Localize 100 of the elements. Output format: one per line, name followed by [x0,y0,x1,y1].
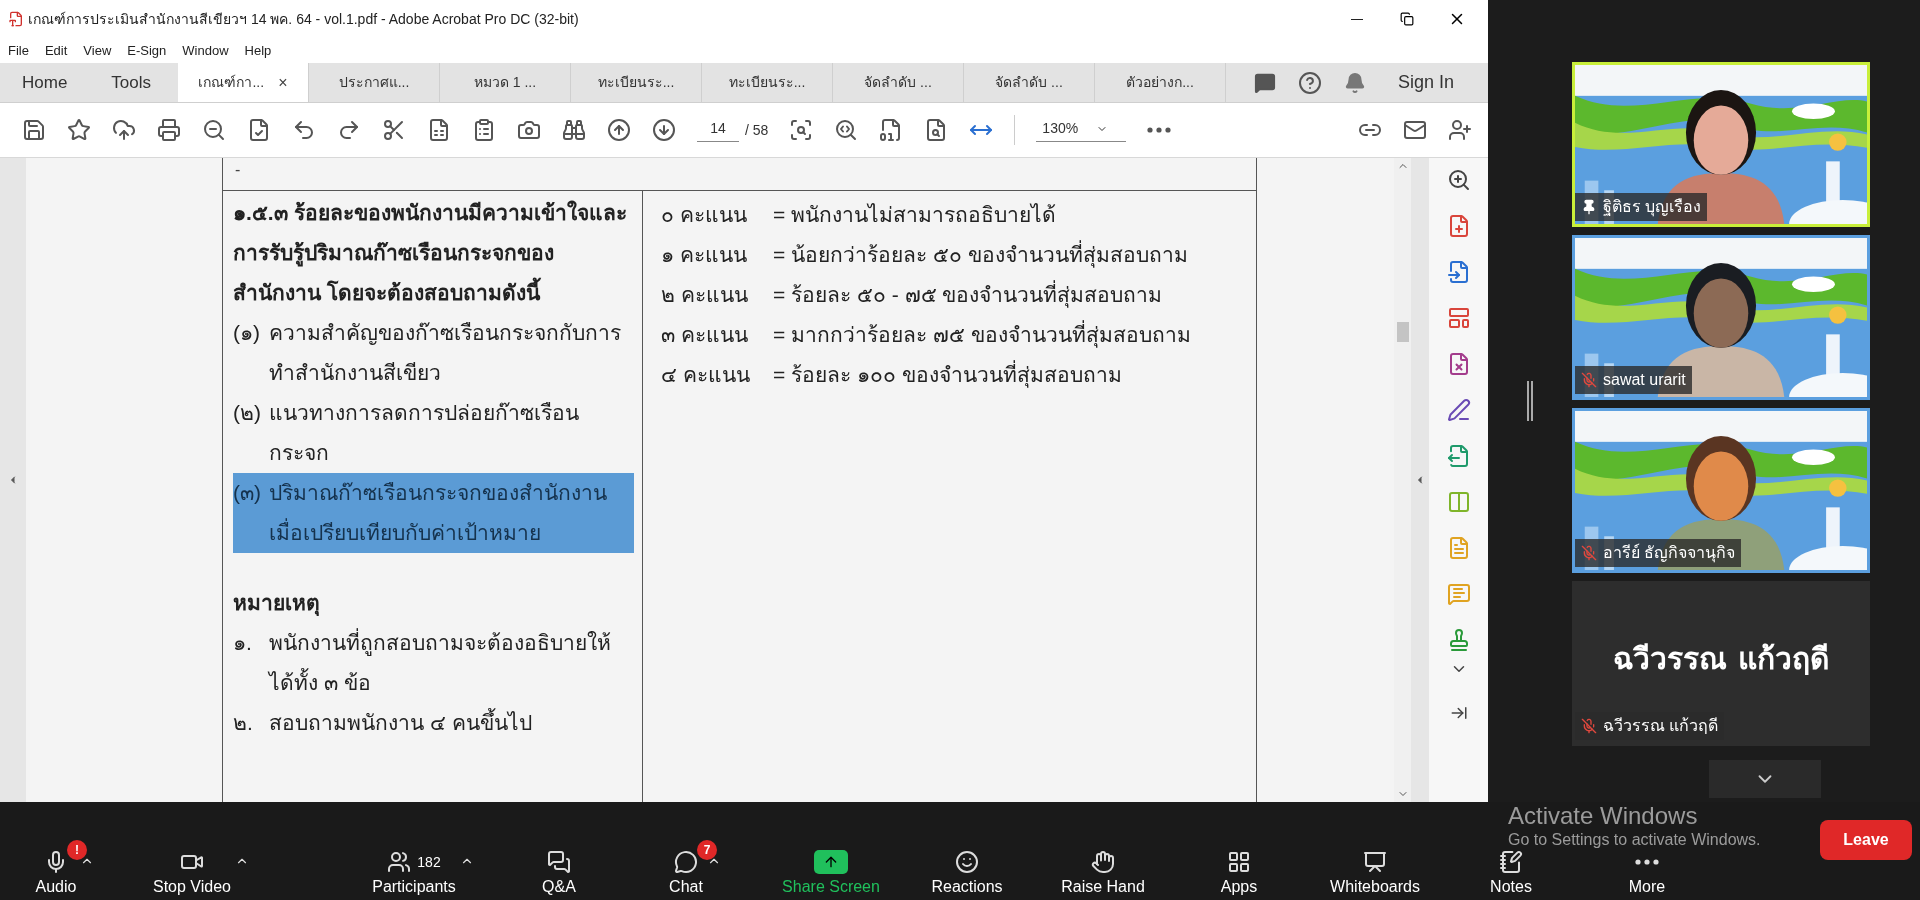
binoculars-icon[interactable] [562,118,586,142]
page-total: / 58 [745,120,769,140]
alert-badge: ! [67,840,87,860]
file-output-icon[interactable] [1446,444,1471,468]
help-icon[interactable] [1297,70,1322,95]
score-description: = ร้อยละ ๑๐๐ ของจำนวนที่สุ่มสอบถาม [773,355,1122,395]
bell-icon[interactable] [1343,71,1366,94]
arrow-down-icon[interactable] [652,118,676,142]
whiteboard-icon [1363,850,1387,874]
hand-icon [1091,850,1115,874]
people-icon [387,850,412,874]
arrow-up-icon[interactable] [607,118,631,142]
participant-name: ฉวีวรรณ แก้วฤดี [1613,640,1829,678]
cloud-upload-icon[interactable] [112,118,136,142]
more-icon[interactable] [1147,127,1172,133]
score-label: ๐ คะแนน [661,202,748,228]
participant-count: 182 [417,852,441,872]
file-check-icon[interactable] [247,118,271,142]
leave-button[interactable]: Leave [1820,820,1912,860]
marquee-zoom-icon[interactable] [789,118,814,142]
list-number: ๒. [233,710,254,736]
collapse-icon[interactable] [1449,704,1468,722]
comment-icon[interactable] [1253,71,1276,94]
list-text: พนักงานที่ถูกสอบถามจะต้องอธิบายให้ได้ทั้ง ๓ ข้อ [269,623,634,703]
zoom-in-icon[interactable] [1446,168,1471,192]
page-text: - [235,161,241,178]
list-number: ๑. [233,630,253,656]
score-label: ๒ คะแนน [661,282,749,308]
more-icon [1635,859,1659,865]
minimize-icon [1351,18,1363,20]
document-tab[interactable]: เกณฑ์กา... × [178,63,309,102]
meeting-button[interactable]: Whiteboards [1330,850,1420,896]
tab-close-button[interactable]: × [278,70,288,95]
arrow-up-icon [814,850,848,874]
list-text: แนวทางการลดการปล่อยก๊าซเรือนกระจก [269,400,580,466]
name-label: อารีย์ ธัญกิจจานุกิจ [1575,539,1742,567]
print-icon[interactable] [157,118,181,142]
pen-icon[interactable] [1446,398,1471,422]
pdf-icon [8,11,24,27]
menu-item[interactable]: File [8,40,29,61]
layout-icon[interactable] [1446,306,1471,330]
menu-item[interactable]: Edit [44,40,68,61]
chat-bubbles-icon [547,850,571,874]
meeting-button[interactable]: 182 Participants [372,850,456,896]
save-icon[interactable] [22,118,46,142]
zoom-dropdown[interactable]: 130% [1036,118,1127,142]
menu-item[interactable]: Help [244,40,272,61]
activation-title: Activate Windows [1508,802,1699,830]
splitter-handle[interactable] [1527,381,1533,421]
list-text: ปริมาณก๊าซเรือนกระจกของสำนักงานเมื่อเปรียบเทียบกับค่าเป้าหมาย [269,473,634,553]
meeting-button[interactable]: More [1628,850,1666,896]
undo-icon[interactable] [292,118,316,142]
meeting-button[interactable]: Notes [1490,850,1532,896]
alert-badge: 7 [697,840,717,860]
camera-icon[interactable] [517,118,541,142]
apps-icon [1227,850,1251,874]
mail-icon[interactable] [1403,118,1427,142]
zoom-out-icon[interactable] [202,118,226,142]
name-label: sawat urarit [1575,366,1692,394]
window-title: เกณฑ์การประเมินสำนักงานสีเขียวฯ 14 พค. 64 - vol.1.pdf - Adobe Acrobat Pro DC (32-bit) [28,9,579,29]
score-description: = น้อยกว่าร้อยละ ๕๐ ของจำนวนที่สุ่มสอบถาม [773,235,1188,275]
smiley-icon [955,850,979,874]
score-description: = ร้อยละ ๕๐ - ๗๕ ของจำนวนที่สุ่มสอบถาม [773,275,1163,315]
score-label: ๔ คะแนน [661,362,751,388]
redo-icon[interactable] [337,118,361,142]
menu-item[interactable]: Window [182,40,229,61]
star-icon[interactable] [67,118,91,142]
chat-icon [674,850,698,874]
note-heading: หมายเหตุ [233,590,321,618]
score-description: = พนักงานไม่สามารถอธิบายได้ [773,202,1057,228]
list-number: (๒) [233,400,262,426]
list-text: สอบถามพนักงาน ๔ คนขึ้นไป [269,703,532,743]
meeting-button[interactable]: Stop Video [153,850,231,896]
spreadsheet-icon[interactable] [427,118,451,142]
meeting-button[interactable]: Reactions [931,850,1003,896]
nav-tab[interactable]: Home [22,69,68,96]
page-number-field[interactable]: 14 [697,118,739,142]
nav-tab[interactable]: Tools [111,69,152,96]
menu-item[interactable]: View [83,40,112,61]
file-input-icon[interactable] [1446,260,1471,284]
score-label: ๓ คะแนน [661,322,749,348]
meeting-button[interactable]: Q&A [542,850,576,896]
scrollbar-thumb[interactable] [1396,322,1409,342]
criterion-heading: ๑.๕.๓ ร้อยละของพนักงานมีความเข้าใจและการรับรู้ปริมาณก๊าซเรือนกระจกของสำนักงาน โดยจะต้องสอบถามดังนี้ [233,199,628,306]
restore-icon [1400,12,1414,26]
sign-in-link[interactable]: Sign In [1397,69,1454,96]
list-number: (๑) [233,320,261,346]
meeting-button[interactable]: Apps [1220,850,1258,896]
meeting-button[interactable]: Share Screen [782,850,880,896]
menu-item[interactable]: E-Sign [127,40,167,61]
scissors-icon[interactable] [382,118,406,142]
add-user-icon[interactable] [1448,118,1472,142]
activation-message: Go to Settings to activate Windows. [1508,830,1761,849]
score-description: = มากกว่าร้อยละ ๗๕ ของจำนวนที่สุ่มสอบถาม [773,315,1191,355]
meeting-button[interactable]: Raise Hand [1061,850,1145,896]
zoom-icon[interactable] [834,118,859,142]
notes-icon [1499,850,1523,874]
list-number: (๓) [233,473,269,553]
list-text: ความสำคัญของก๊าซเรือนกระจกกับการทำสำนักงานสีเขียว [269,320,622,386]
clipboard-icon[interactable] [472,118,496,142]
